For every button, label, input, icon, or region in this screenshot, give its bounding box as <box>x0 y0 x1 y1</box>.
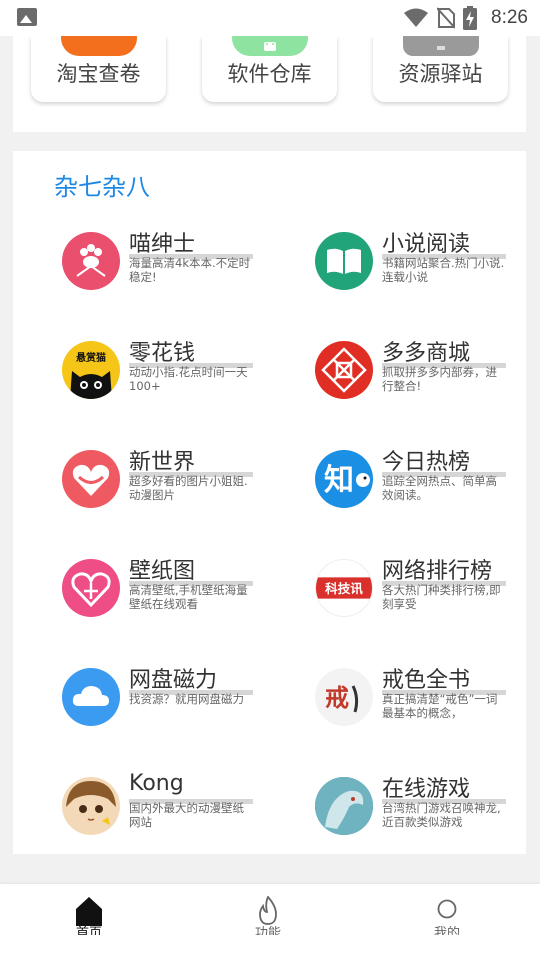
list-item-games[interactable]: 在线游戏 台湾热门游戏召唤神龙,近百款类似游戏 <box>315 771 525 841</box>
user-icon <box>437 899 457 919</box>
item-description: 高清壁纸,手机壁纸海量壁纸在线观看 <box>129 583 248 611</box>
item-title: 小说阅读 <box>382 232 471 257</box>
item-description: 真正搞清楚“戒色”一词最基本的概念， <box>382 692 498 720</box>
item-title: 新世界 <box>129 450 196 475</box>
item-title: 网盘磁力 <box>129 668 218 693</box>
tool-label: 资源驿站 <box>398 62 483 86</box>
list-item-rankings[interactable]: 科技讯 网络排行榜 各大热门种类排行榜,即刻享受 <box>315 553 525 623</box>
tool-label: 淘宝查卷 <box>56 62 141 86</box>
wifi-icon <box>404 8 429 27</box>
cloud-icon <box>62 668 120 726</box>
item-title: 戒色全书 <box>382 668 471 693</box>
calligraphy-icon: 戒 <box>315 668 373 726</box>
item-description: 动动小指.花点时间一天100+ <box>129 365 248 393</box>
list-item-wallpaper[interactable]: 壁纸图 高清壁纸,手机壁纸海量壁纸在线观看 <box>62 553 272 623</box>
android-icon <box>231 36 308 56</box>
list-item-book[interactable]: 戒 戒色全书 真正搞清楚“戒色”一词最基本的概念， <box>315 662 525 732</box>
status-bar: 8:26 <box>0 0 540 36</box>
nav-label: 功能 <box>254 926 281 935</box>
tool-label: 软件仓库 <box>227 62 312 86</box>
wallpaper-heart-icon <box>62 559 120 617</box>
item-title: 零花钱 <box>129 341 196 366</box>
shop-icon <box>315 341 373 399</box>
list-item-pocket-money[interactable]: 悬赏猫 零花钱 动动小指.花点时间一天100+ <box>62 335 272 405</box>
home-icon <box>76 897 102 926</box>
item-title: 壁纸图 <box>129 559 196 584</box>
nav-label: 我的 <box>433 926 460 935</box>
item-title: 今日热榜 <box>382 450 471 475</box>
tool-software[interactable]: 软件仓库 <box>202 36 337 102</box>
no-sim-icon <box>437 7 456 29</box>
zhihu-icon: 知 <box>315 450 373 508</box>
book-icon <box>315 232 373 290</box>
svg-text:悬赏猫: 悬赏猫 <box>75 351 106 364</box>
item-title: 多多商城 <box>382 341 471 366</box>
clock: 8:26 <box>491 7 528 28</box>
nav-features[interactable]: 功能 <box>238 896 298 936</box>
ranking-icon: 科技讯 <box>315 559 373 617</box>
paw-icon <box>62 232 120 290</box>
anime-avatar-icon <box>62 777 120 835</box>
nav-label: 首页 <box>75 926 102 935</box>
nav-profile[interactable]: 我的 <box>417 896 477 936</box>
svg-text:知: 知 <box>324 463 354 498</box>
dragon-icon <box>315 777 373 835</box>
tools-card: 淘宝查卷 软件仓库 资源驿站 <box>13 36 526 132</box>
battery-charging-icon <box>463 6 478 30</box>
item-title: 在线游戏 <box>382 777 471 802</box>
list-item-hot-list[interactable]: 知 今日热榜 追踪全网热点、简单高效阅读。 <box>315 444 525 514</box>
item-description: 找资源？就用网盘磁力 <box>129 692 244 706</box>
cat-icon: 悬赏猫 <box>62 341 120 399</box>
status-icons: 8:26 <box>403 6 528 30</box>
nav-home[interactable]: 首页 <box>59 896 119 936</box>
list-item-new-world[interactable]: 新世界 超多好看的图片小姐姐.动漫图片 <box>62 444 272 514</box>
tool-resources[interactable]: 资源驿站 <box>373 36 508 102</box>
item-description: 追踪全网热点、简单高效阅读。 <box>382 474 497 502</box>
section-title: 杂七杂八 <box>54 173 150 201</box>
svg-text:科技讯: 科技讯 <box>325 581 363 596</box>
item-title: Kong <box>129 771 184 796</box>
heart-icon <box>62 450 120 508</box>
item-description: 书籍网站聚合.热门小说.连载小说 <box>382 256 505 284</box>
list-item-kong[interactable]: Kong 国内外最大的动漫壁纸网站 <box>62 771 272 841</box>
item-title: 网络排行榜 <box>382 559 493 584</box>
list-item-miao[interactable]: 喵绅士 海量高清4k本本.不定时稳定! <box>62 226 272 296</box>
taobao-icon <box>60 36 137 56</box>
item-description: 超多好看的图片小姐姐.动漫图片 <box>129 474 248 502</box>
list-item-novel[interactable]: 小说阅读 书籍网站聚合.热门小说.连载小说 <box>315 226 525 296</box>
item-description: 抓取拼多多内部券，进行整合! <box>382 365 497 393</box>
item-description: 国内外最大的动漫壁纸网站 <box>129 801 244 829</box>
tool-taobao[interactable]: 淘宝查卷 <box>31 36 166 102</box>
svg-text:戒: 戒 <box>325 683 349 712</box>
resource-icon <box>402 36 479 56</box>
fire-icon <box>259 896 277 925</box>
item-description: 各大热门种类排行榜,即刻享受 <box>382 583 501 611</box>
list-item-cloud[interactable]: 网盘磁力 找资源？就用网盘磁力 <box>62 662 272 732</box>
item-description: 台湾热门游戏召唤神龙,近百款类似游戏 <box>382 801 501 829</box>
item-description: 海量高清4k本本.不定时稳定! <box>129 256 251 284</box>
bottom-nav: 首页 功能 我的 <box>0 884 540 960</box>
misc-card: 杂七杂八 喵绅士 海量高清4k本本.不定时稳定! 小说阅读 书籍网站聚合.热门小… <box>13 151 526 854</box>
item-title: 喵绅士 <box>129 232 196 257</box>
list-item-duoduo[interactable]: 多多商城 抓取拼多多内部券，进行整合! <box>315 335 525 405</box>
image-icon <box>17 8 37 26</box>
